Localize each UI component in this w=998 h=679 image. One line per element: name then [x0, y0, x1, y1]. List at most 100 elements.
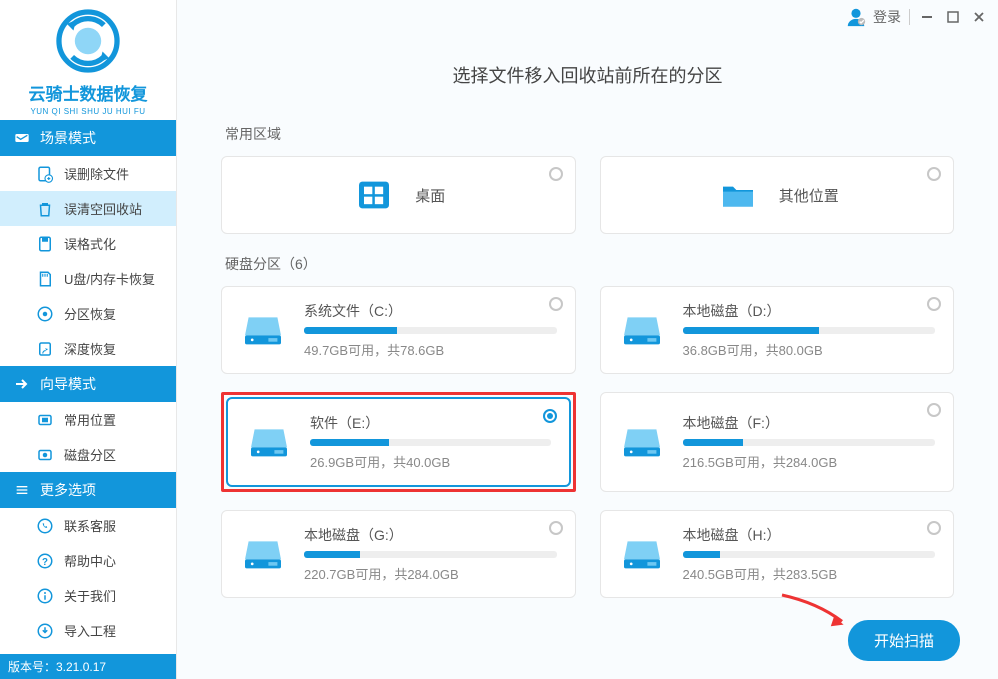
menu-icon	[14, 482, 30, 498]
menu-common-location[interactable]: 常用位置	[0, 402, 176, 437]
menu-label: 磁盘分区	[64, 445, 116, 464]
menu-partition-recovery[interactable]: 分区恢复	[0, 296, 176, 331]
section-more-options[interactable]: 更多选项	[0, 472, 176, 508]
folder-icon	[715, 175, 761, 215]
menu-label: 误清空回收站	[64, 199, 142, 218]
card-other-location[interactable]: 其他位置	[600, 156, 955, 234]
section-scene-mode[interactable]: 场景模式	[0, 120, 176, 156]
drive-free-text: 49.7GB可用，共78.6GB	[304, 340, 557, 359]
deep-scan-icon	[36, 340, 54, 358]
drive-free-text: 216.5GB可用，共284.0GB	[683, 452, 936, 471]
drive-name: 软件（E:）	[310, 413, 551, 433]
disk-icon	[36, 446, 54, 464]
app-logo: 云骑士数据恢复 YUN QI SHI SHU JU HUI FU	[0, 0, 176, 120]
svg-text:?: ?	[42, 556, 48, 567]
menu-label: 导入工程	[64, 621, 116, 640]
menu-label: 误删除文件	[64, 164, 129, 183]
card-label: 其他位置	[779, 185, 839, 206]
drive-free-text: 220.7GB可用，共284.0GB	[304, 564, 557, 583]
menu-label: U盘/内存卡恢复	[64, 269, 155, 288]
menu-disk-partition[interactable]: 磁盘分区	[0, 437, 176, 472]
drive-icon	[246, 424, 292, 460]
app-title: 云骑士数据恢复	[0, 80, 176, 105]
drive-name: 本地磁盘（D:）	[683, 301, 936, 321]
radio-icon	[549, 167, 563, 181]
format-icon	[36, 235, 54, 253]
phone-icon	[36, 517, 54, 535]
drive-usage-bar	[683, 327, 936, 334]
close-button[interactable]	[970, 8, 988, 26]
file-delete-icon	[36, 165, 54, 183]
menu-label: 深度恢复	[64, 339, 116, 358]
annotation-highlight: 软件（E:） 26.9GB可用，共40.0GB	[221, 392, 576, 492]
drive-card[interactable]: 系统文件（C:） 49.7GB可用，共78.6GB	[221, 286, 576, 374]
logo-icon	[55, 8, 121, 74]
start-scan-button[interactable]: 开始扫描	[848, 620, 960, 661]
card-label: 桌面	[415, 185, 445, 206]
drive-card[interactable]: 本地磁盘（D:） 36.8GB可用，共80.0GB	[600, 286, 955, 374]
menu-recycle-bin[interactable]: 误清空回收站	[0, 191, 176, 226]
help-icon: ?	[36, 552, 54, 570]
partition-icon	[36, 305, 54, 323]
disk-area-label: 硬盘分区（6）	[225, 254, 954, 274]
section-label: 更多选项	[40, 480, 96, 500]
maximize-button[interactable]	[944, 8, 962, 26]
card-desktop[interactable]: 桌面	[221, 156, 576, 234]
drive-card[interactable]: 本地磁盘（H:）240.5GB可用，共283.5GB	[600, 510, 955, 598]
menu-label: 分区恢复	[64, 304, 116, 323]
drive-card[interactable]: 本地磁盘（G:）220.7GB可用，共284.0GB	[221, 510, 576, 598]
drive-icon	[619, 536, 665, 572]
version-label: 版本号：3.21.0.17	[0, 654, 176, 679]
drive-usage-bar	[683, 439, 936, 446]
drive-icon	[240, 536, 286, 572]
login-label: 登录	[873, 7, 901, 27]
drive-icon	[619, 312, 665, 348]
radio-icon	[927, 297, 941, 311]
titlebar: 登录	[845, 6, 988, 28]
section-wizard-mode[interactable]: 向导模式	[0, 366, 176, 402]
main-panel: 登录 选择文件移入回收站前所在的分区 常用区域 桌面 其他位置 硬盘分区（6） …	[177, 0, 998, 679]
minimize-button[interactable]	[918, 8, 936, 26]
menu-label: 关于我们	[64, 586, 116, 605]
drive-usage-bar	[683, 551, 936, 558]
location-icon	[36, 411, 54, 429]
drive-free-text: 26.9GB可用，共40.0GB	[310, 452, 551, 471]
radio-icon	[927, 403, 941, 417]
drive-card[interactable]: 软件（E:） 26.9GB可用，共40.0GB	[226, 397, 571, 487]
menu-format-recovery[interactable]: 误格式化	[0, 226, 176, 261]
section-label: 场景模式	[40, 128, 96, 148]
common-area-label: 常用区域	[225, 124, 954, 144]
menu-contact-support[interactable]: 联系客服	[0, 508, 176, 543]
menu-about[interactable]: 关于我们	[0, 578, 176, 613]
recycle-bin-icon	[36, 200, 54, 218]
login-button[interactable]: 登录	[845, 6, 901, 28]
menu-label: 常用位置	[64, 410, 116, 429]
app-subtitle: YUN QI SHI SHU JU HUI FU	[0, 107, 176, 116]
drive-name: 系统文件（C:）	[304, 301, 557, 321]
user-icon	[845, 6, 867, 28]
info-icon	[36, 587, 54, 605]
radio-icon	[549, 521, 563, 535]
radio-icon	[927, 521, 941, 535]
menu-label: 误格式化	[64, 234, 116, 253]
drive-usage-bar	[304, 551, 557, 558]
menu-label: 联系客服	[64, 516, 116, 535]
drive-name: 本地磁盘（F:）	[683, 413, 936, 433]
menu-usb-recovery[interactable]: U盘/内存卡恢复	[0, 261, 176, 296]
windows-icon	[351, 175, 397, 215]
drive-usage-bar	[304, 327, 557, 334]
drive-usage-bar	[310, 439, 551, 446]
menu-help-center[interactable]: ? 帮助中心	[0, 543, 176, 578]
sidebar: 云骑士数据恢复 YUN QI SHI SHU JU HUI FU 场景模式 误删…	[0, 0, 177, 679]
menu-delete-recovery[interactable]: 误删除文件	[0, 156, 176, 191]
menu-deep-recovery[interactable]: 深度恢复	[0, 331, 176, 366]
divider	[909, 9, 910, 25]
scene-icon	[14, 130, 30, 146]
radio-icon	[543, 409, 557, 423]
menu-label: 帮助中心	[64, 551, 116, 570]
menu-import-project[interactable]: 导入工程	[0, 613, 176, 648]
drive-name: 本地磁盘（H:）	[683, 525, 936, 545]
drive-free-text: 36.8GB可用，共80.0GB	[683, 340, 936, 359]
drive-card[interactable]: 本地磁盘（F:） 216.5GB可用，共284.0GB	[600, 392, 955, 492]
radio-icon	[549, 297, 563, 311]
